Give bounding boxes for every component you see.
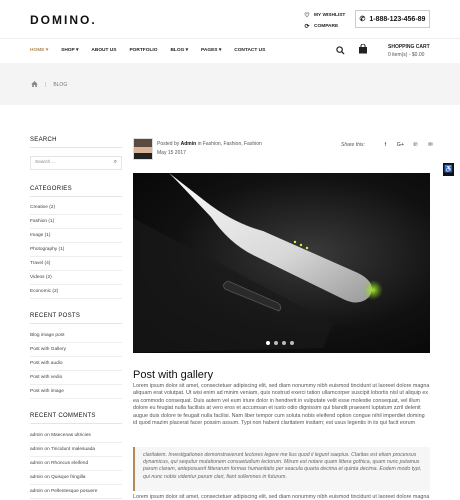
author-link[interactable]: Admin [181,141,197,147]
divider [30,196,122,197]
phone-box[interactable]: ✆ 1-888-123-456-89 [355,10,430,28]
site-logo[interactable]: DOMINO. [30,13,97,27]
categories-list: Creative (2) Fashion (1) Image (1) Photo… [30,201,122,299]
breadcrumb-separator: | [45,82,47,88]
accessibility-icon[interactable]: ♿ [443,163,454,176]
category-item[interactable]: Fashion (1) [30,215,122,229]
search-icon[interactable]: ⌕ [114,159,117,166]
shopping-bag-icon[interactable] [358,43,368,54]
wishlist-label: MY WISHLIST [314,13,346,18]
sidebar-search-field[interactable]: Search ... ⌕ [30,156,122,170]
category-item[interactable]: Photography (1) [30,243,122,257]
recent-comment-link[interactable]: admin on Tincidunt malesuada [30,443,122,457]
gallery-dot[interactable] [274,341,278,345]
google-plus-icon[interactable]: G+ [393,142,408,148]
phone-icon: ✆ [359,16,366,23]
email-icon[interactable]: ✉ [423,142,438,148]
category-item[interactable]: Creative (2) [30,201,122,215]
nav-pages[interactable]: PAGES ▾ [201,48,221,53]
divider [30,423,122,424]
post-title: Post with gallery [133,369,214,381]
cart-title: SHOPPING CART [388,44,430,50]
divider [30,323,122,324]
pinterest-icon[interactable]: ℗ [408,142,423,148]
recent-posts-list: Blog image post Post with Gallery Post w… [30,329,122,399]
author-avatar [133,138,153,160]
compare-label: COMPARE [314,24,339,29]
compare-link[interactable]: ⟳ COMPARE [303,21,345,32]
post-quote: claritatem. Investigationes demonstraver… [133,447,430,491]
gallery-dot[interactable] [266,341,270,345]
gallery-pagination [266,341,298,345]
category-item[interactable]: Economic (2) [30,285,122,299]
header-links: ♡ MY WISHLIST ⟳ COMPARE [303,10,345,32]
recent-comment-link[interactable]: admin on Maecenas ultricies [30,429,122,443]
categories-title: CATEGORIES [30,186,72,192]
recent-posts-title: RECENT POSTS [30,313,81,319]
nav-shop[interactable]: SHOP ▾ [61,48,78,53]
nav-blog[interactable]: BLOG ▾ [170,48,188,53]
recent-post-link[interactable]: Post with vedio [30,371,122,385]
recent-post-link[interactable]: Post with Gallery [30,343,122,357]
post-date: May 15 2017 [157,150,186,156]
category-item[interactable]: Image (1) [30,229,122,243]
recent-post-link[interactable]: Post with audio [30,357,122,371]
gallery-image[interactable] [133,173,430,353]
search-input[interactable]: Search ... [35,160,56,165]
share-label: Share this: [341,142,365,148]
nav-contact[interactable]: CONTACT US [234,48,265,53]
refresh-icon: ⟳ [304,24,310,30]
nav-about[interactable]: ABOUT US [91,48,116,53]
phone-number: 1-888-123-456-89 [369,15,426,23]
recent-post-link[interactable]: Blog image post [30,329,122,343]
nav-portfolio[interactable]: PORTFOLIO [129,48,157,53]
wishlist-link[interactable]: ♡ MY WISHLIST [303,10,345,21]
share-bar: Share this: f G+ ℗ ✉ [341,142,438,148]
post-body-continued: Lorem ipsum dolor sit amet, consectetuer… [133,494,430,500]
home-icon[interactable] [31,81,38,89]
breadcrumb-bar: | BLOG [0,63,460,105]
recent-comment-link[interactable]: admin on Quisque fringilla [30,471,122,485]
gallery-dot[interactable] [290,341,294,345]
recent-comment-link[interactable]: admin on Rhoncus eleifend [30,457,122,471]
posted-by-label: Posted by [157,141,180,147]
recent-comments-list: admin on Maecenas ultricies admin on Tin… [30,429,122,499]
breadcrumb-current: BLOG [53,82,68,88]
recent-comment-link[interactable]: admin on Pellentesque posuere [30,485,122,499]
main-nav: HOME ▾ SHOP ▾ ABOUT US PORTFOLIO BLOG ▾ … [0,38,460,63]
recent-comments-title: RECENT COMMENTS [30,413,96,419]
cart-count: 0 item(s) - $0.00 [388,52,425,58]
facebook-icon[interactable]: f [378,142,393,148]
heart-icon: ♡ [304,13,310,19]
search-widget-title: SEARCH [30,137,57,143]
category-item[interactable]: Videos (2) [30,271,122,285]
post-meta: Posted by Admin in Fashion, Fashion, Fas… [157,141,262,156]
nav-home[interactable]: HOME ▾ [30,48,48,53]
post-body: Lorem ipsum dolor sit amet, consectetuer… [133,383,430,427]
divider [30,147,122,148]
cart-summary[interactable]: SHOPPING CART 0 item(s) - $0.00 [388,44,430,58]
recent-post-link[interactable]: Post with image [30,385,122,399]
search-icon[interactable] [336,46,345,57]
category-item[interactable]: Travel (4) [30,257,122,271]
breadcrumb: | BLOG [31,81,67,89]
gallery-dot[interactable] [282,341,286,345]
post-categories[interactable]: in Fashion, Fashion, Fashion [198,141,262,147]
